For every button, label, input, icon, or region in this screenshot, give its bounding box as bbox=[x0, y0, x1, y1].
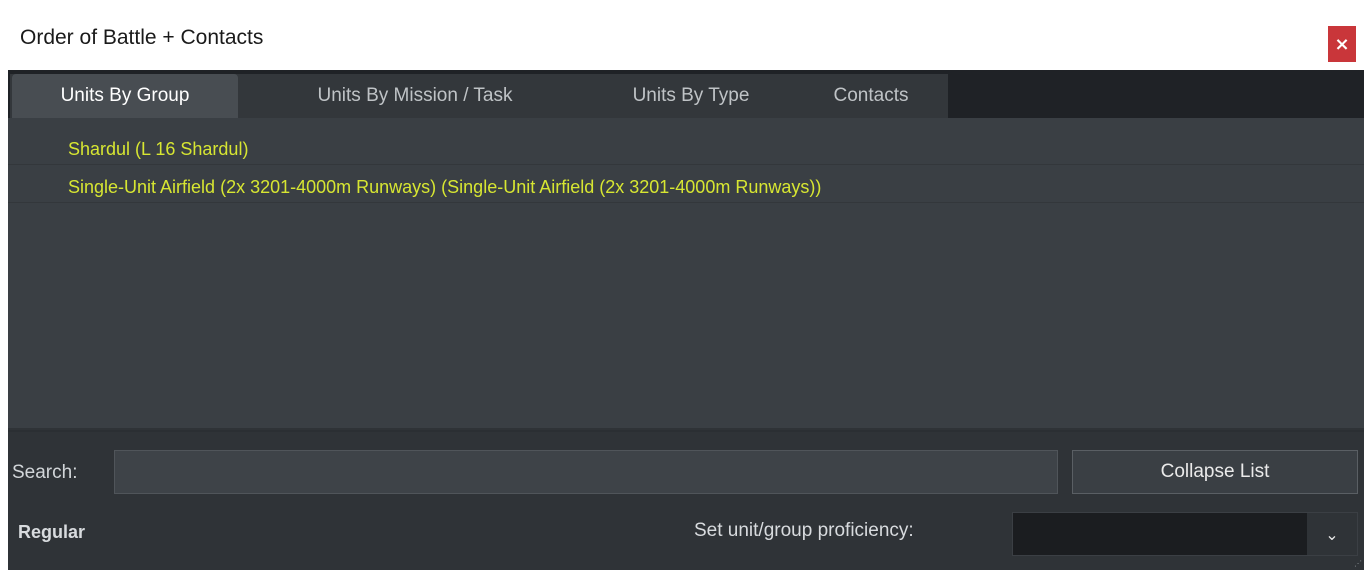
bottom-controls: Search: Collapse List Regular Set unit/g… bbox=[8, 432, 1364, 570]
list-item-label: Shardul (L 16 Shardul) bbox=[68, 138, 249, 159]
tab-units-by-group[interactable]: Units By Group bbox=[12, 74, 238, 118]
tab-units-by-type[interactable]: Units By Type bbox=[606, 74, 776, 118]
collapse-list-button[interactable]: Collapse List bbox=[1072, 450, 1358, 494]
resize-grip-icon[interactable]: ⋰ bbox=[1354, 560, 1364, 570]
dropdown-button[interactable]: ⌄ bbox=[1307, 513, 1357, 555]
close-icon: × bbox=[1334, 33, 1350, 55]
window-title: Order of Battle + Contacts bbox=[20, 26, 264, 49]
list-item-label: Single-Unit Airfield (2x 3201-4000m Runw… bbox=[68, 176, 822, 197]
proficiency-select[interactable]: ⌄ bbox=[1012, 512, 1358, 556]
tab-contacts[interactable]: Contacts bbox=[808, 74, 934, 118]
tab-units-by-mission-task[interactable]: Units By Mission / Task bbox=[270, 74, 560, 118]
tab-bar: Units By Group Units By Mission / Task U… bbox=[8, 70, 1364, 118]
search-input[interactable] bbox=[114, 450, 1058, 494]
title-bar: Order of Battle + Contacts × bbox=[0, 0, 1370, 68]
list-item[interactable]: Shardul (L 16 Shardul) bbox=[8, 134, 1364, 165]
proficiency-label: Set unit/group proficiency: bbox=[694, 520, 914, 541]
chevron-down-icon: ⌄ bbox=[1325, 524, 1339, 544]
unit-list: Shardul (L 16 Shardul) Single-Unit Airfi… bbox=[8, 118, 1364, 474]
list-item[interactable]: Single-Unit Airfield (2x 3201-4000m Runw… bbox=[8, 172, 1364, 203]
current-proficiency: Regular bbox=[18, 522, 86, 542]
order-of-battle-panel: Units By Group Units By Mission / Task U… bbox=[8, 70, 1364, 570]
search-label: Search: bbox=[12, 462, 78, 483]
close-button[interactable]: × bbox=[1328, 26, 1356, 62]
